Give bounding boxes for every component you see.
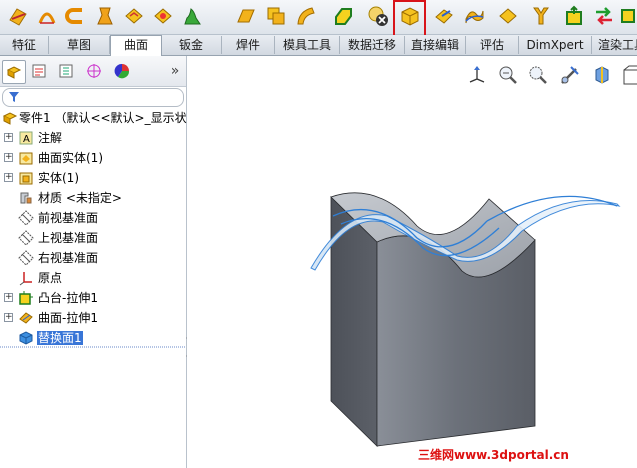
plane-icon [18,250,34,266]
block-front-face [376,235,536,447]
tree-root[interactable]: 零件1 （默认<<默认>_显示状态 [0,108,199,128]
tree-item-front-plane[interactable]: 前视基准面 [0,208,186,228]
graphics-viewport[interactable] [187,56,637,468]
origin-icon [19,272,32,286]
tab-weldments[interactable]: 焊件 [222,36,275,54]
tree-item-label: 右视基准面 [38,251,99,265]
expand-toggle[interactable]: + [4,153,13,162]
delete-face-icon[interactable] [364,2,391,30]
tree-item-top-plane[interactable]: 上视基准面 [0,228,186,248]
tab-features[interactable]: 特征 [0,36,49,54]
tree-item-annotations[interactable]: + A 注解 [0,128,186,148]
annotations-icon: A [19,131,33,145]
material-icon [20,192,32,204]
tree-item-boss-extrude[interactable]: + 凸台-拉伸1 [0,288,186,308]
expand-toggle[interactable]: + [4,293,13,302]
tree-item-label: 前视基准面 [38,211,99,225]
tab-evaluate[interactable]: 评估 [466,36,519,54]
tree-item-label: 材质 <未指定> [38,191,122,205]
configuration-manager-icon[interactable] [55,60,77,82]
tab-surfaces[interactable]: 曲面 [110,35,162,57]
tree-item-right-plane[interactable]: 右视基准面 [0,248,186,268]
expand-toggle[interactable]: + [4,173,13,182]
freeform-icon[interactable] [616,2,637,30]
solid-bodies-icon [19,172,33,185]
replace-face-feature-icon [19,331,33,345]
tree-item-label: 凸台-拉伸1 [38,291,98,305]
tab-direct-editing[interactable]: 直接编辑 [405,36,466,54]
panel-more-arrow[interactable]: » [164,60,186,82]
offset-surface-icon[interactable] [232,2,259,30]
tree-item-label: 注解 [38,131,63,145]
trim-surface-icon[interactable] [460,2,487,30]
swept-surface-icon[interactable] [91,2,118,30]
ruled-surface-icon[interactable] [262,2,289,30]
surface-extrude-icon [19,312,33,324]
cut-with-surface-icon[interactable] [527,2,554,30]
filter-icon [9,92,19,102]
tree-item-origin[interactable]: 原点 [0,268,186,288]
thicken-icon[interactable] [330,2,357,30]
tree-item-surface-extrude[interactable]: + 曲面-拉伸1 [0,308,186,328]
panel-tab-strip: » [0,56,186,87]
tab-data-migration[interactable]: 数据迁移 [340,36,405,54]
move-face-icon[interactable] [560,2,587,30]
feature-manager-panel: » 零件1 （默认<<默认>_显示状态 + A 注解 + 曲面实体(1) + 实… [0,56,199,468]
tree-root-label: 零件1 （默认<<默认>_显示状态 [19,111,199,125]
extruded-surface-icon[interactable] [33,2,60,30]
dimxpert-manager-icon[interactable] [83,60,105,82]
tree-item-label: 实体(1) [38,171,79,185]
boss-extrude-icon [19,291,33,305]
tree-item-solid-bodies[interactable]: + 实体(1) [0,168,186,188]
svg-text:A: A [23,134,30,145]
surfaces-command-toolbar [0,0,637,44]
planar-surface-icon[interactable] [4,2,31,30]
display-manager-icon[interactable] [111,60,133,82]
tree-filter[interactable] [2,88,184,107]
surface-bodies-icon [19,152,33,165]
fill-surface-icon[interactable] [178,2,205,30]
plane-icon [18,210,34,226]
untrim-surface-icon[interactable] [494,2,521,30]
tree-item-label: 原点 [38,271,63,285]
boundary-surface-icon[interactable] [149,2,176,30]
tab-sheet-metal[interactable]: 钣金 [161,36,222,54]
tab-render-tools[interactable]: 渲染工具 [592,36,637,54]
property-manager-icon[interactable] [28,60,50,82]
tree-item-material[interactable]: 材质 <未指定> [0,188,186,208]
tree-item-label: 曲面实体(1) [38,151,103,165]
extend-surface-icon[interactable] [430,2,457,30]
part-icon [2,112,18,125]
tab-dimxpert[interactable]: DimXpert [519,36,592,54]
expand-toggle[interactable]: + [4,313,13,322]
tree-item-replace-face[interactable]: 替换面1 [0,328,186,348]
tree-item-label: 替换面1 [37,331,83,345]
knit-surface-icon[interactable] [292,2,319,30]
revolved-surface-icon[interactable] [62,2,89,30]
plane-icon [18,230,34,246]
tree-item-surface-bodies[interactable]: + 曲面实体(1) [0,148,186,168]
rollback-bar[interactable] [0,346,186,348]
model-render [310,192,621,447]
tree-item-label: 上视基准面 [38,231,99,245]
tab-sketch[interactable]: 草图 [49,36,110,54]
tab-mold-tools[interactable]: 模具工具 [275,36,340,54]
tree-item-label: 曲面-拉伸1 [38,311,98,325]
expand-toggle[interactable]: + [4,133,13,142]
site-watermark: 三维网www.3dportal.cn [418,448,569,462]
mirror-icon[interactable] [590,2,617,30]
feature-manager-icon[interactable] [2,60,26,84]
command-manager-tabs: 特征 草图 曲面 钣金 焊件 模具工具 数据迁移 直接编辑 评估 DimXper… [0,35,637,57]
lofted-surface-icon[interactable] [120,2,147,30]
